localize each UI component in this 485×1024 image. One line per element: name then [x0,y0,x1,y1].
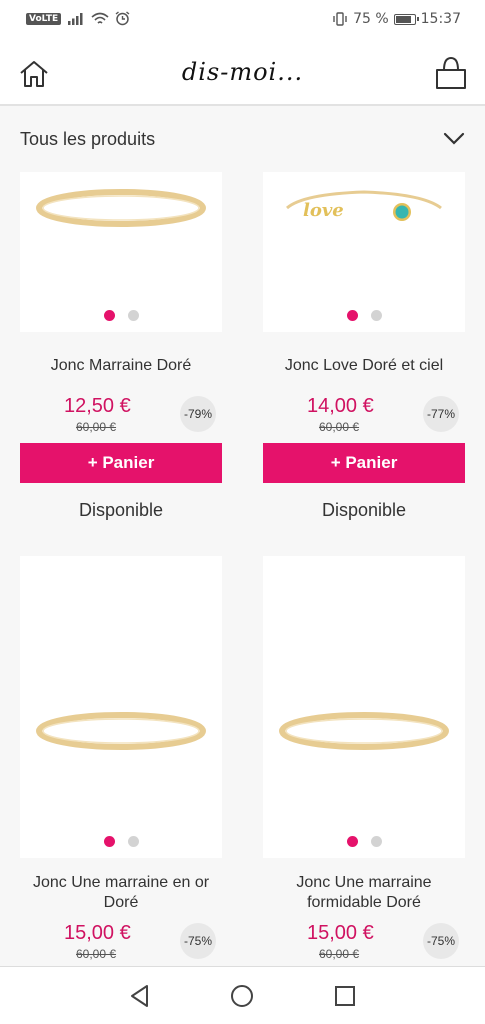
vibrate-icon [333,12,347,26]
product-name[interactable]: Jonc Une marraine en or Doré [14,873,228,913]
status-right: 75 % 15:37 [332,11,461,27]
pager-dot-active[interactable] [103,836,115,847]
product-image[interactable]: love [263,172,465,332]
image-pager [263,310,465,321]
pager-dot-active[interactable] [346,836,358,847]
image-pager [263,836,465,847]
battery-icon [393,13,419,25]
product-name[interactable]: Jonc Marraine Doré [14,356,228,376]
add-to-cart-button[interactable]: + Panier [263,443,465,483]
pager-dot[interactable] [127,836,139,847]
discount-badge: -77% [423,396,459,432]
battery-percent: 75 % [353,11,389,27]
availability-status: Disponible [78,500,164,520]
pager-dot[interactable] [370,310,382,321]
product-old-price: 60,00 € [76,420,117,434]
home-circle-icon[interactable] [229,983,255,1009]
pager-dot-active[interactable] [346,310,358,321]
app-header: dis-moi... [0,40,485,106]
product-old-price: 60,00 € [319,420,360,434]
chevron-down-icon[interactable] [443,132,465,146]
discount-badge: -75% [423,923,459,959]
brand-logo[interactable]: dis-moi... [0,58,485,86]
wifi-icon [91,12,109,24]
discount-badge: -75% [180,923,216,959]
product-name[interactable]: Jonc Une marraine formidable Doré [257,873,471,913]
product-price: 15,00 € [64,922,131,944]
product-image[interactable] [20,556,222,858]
status-left: VoLTE [26,11,130,26]
bangle-image [36,189,206,227]
filter-label: Tous les produits [20,129,156,149]
clock: 15:37 [420,11,461,27]
product-image[interactable] [263,556,465,858]
status-bar: VoLTE 75 % 15:37 [0,0,485,40]
recents-square-icon[interactable] [332,983,358,1009]
category-filter[interactable]: Tous les produits [0,108,485,172]
pager-dot[interactable] [127,310,139,321]
product-price: 15,00 € [307,922,374,944]
bangle-image [36,712,206,750]
alarm-icon [115,11,130,26]
product-old-price: 60,00 € [76,947,117,961]
back-triangle-icon[interactable] [127,983,153,1009]
system-nav-bar [0,966,485,1024]
love-bangle-image: love [286,190,442,221]
image-pager [20,310,222,321]
bangle-image [279,712,449,750]
availability-status: Disponible [321,500,407,520]
pager-dot-active[interactable] [103,310,115,321]
pager-dot[interactable] [370,836,382,847]
image-pager [20,836,222,847]
product-price: 12,50 € [64,395,131,417]
signal-icon [68,13,83,25]
love-charm: love [303,200,344,221]
product-grid: Jonc Marraine Doré 12,50 € 60,00 € -79% … [0,172,485,966]
add-to-cart-button[interactable]: + Panier [20,443,222,483]
product-image[interactable] [20,172,222,332]
product-name[interactable]: Jonc Love Doré et ciel [257,356,471,376]
volte-badge: VoLTE [26,12,62,25]
shopping-bag-icon[interactable] [433,55,469,91]
discount-badge: -79% [180,396,216,432]
product-price: 14,00 € [307,395,374,417]
product-old-price: 60,00 € [319,947,360,961]
battery-fill [395,15,411,23]
